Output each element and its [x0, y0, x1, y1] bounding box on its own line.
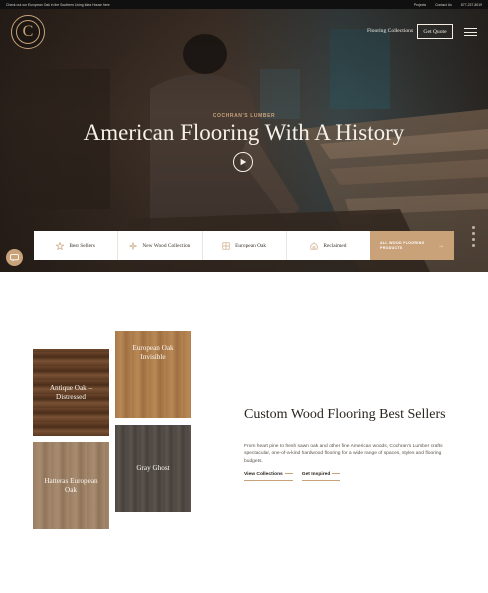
category-best-sellers[interactable]: Best Sellers [34, 231, 119, 260]
slide-dot[interactable] [472, 244, 475, 247]
category-european-oak[interactable]: European Oak [203, 231, 287, 260]
best-sellers-description: From heart pine to fresh sawn oak and ot… [244, 444, 443, 464]
barn-icon [310, 241, 318, 250]
chat-icon [10, 253, 19, 262]
product-tile-label: Hatteras European Oak [44, 476, 98, 494]
product-tile-european-oak-invisible[interactable]: European Oak Invisible [115, 331, 191, 418]
category-label: Reclaimed [323, 242, 347, 249]
slide-dot[interactable] [472, 226, 475, 229]
category-reclaimed[interactable]: Reclaimed [287, 231, 370, 260]
all-products-line2: PRODUCTS [380, 245, 403, 250]
link-underline-accent [332, 473, 341, 475]
announcement-link[interactable]: Check out our European Oak in the Southe… [6, 3, 110, 7]
contact-link[interactable]: Contact Us [435, 3, 452, 7]
product-tile-gray-ghost[interactable]: Gray Ghost [115, 425, 191, 512]
product-tile-antique-oak[interactable]: Antique Oak – Distressed [33, 349, 109, 436]
all-products-button[interactable]: ALL WOOD FLOORING PRODUCTS → [370, 231, 454, 260]
phone-link[interactable]: 877-237-8019 [461, 3, 482, 7]
product-tile-label: Gray Ghost [136, 464, 170, 472]
category-label: European Oak [235, 242, 267, 249]
star-icon [56, 241, 65, 250]
all-products-label: ALL WOOD FLOORING PRODUCTS [380, 241, 425, 251]
product-tile-hatteras-european-oak[interactable]: Hatteras European Oak [33, 442, 109, 529]
get-inspired-link[interactable]: Get Inspired [301, 472, 341, 481]
all-products-line1: ALL WOOD FLOORING [380, 240, 425, 245]
sparkle-icon [129, 241, 138, 250]
logo-letter: C [22, 23, 34, 40]
brand-logo[interactable]: C [11, 15, 45, 49]
utility-links: Projects Contact Us 877-237-8019 [414, 3, 482, 7]
announcement-bar: Check out our European Oak in the Southe… [0, 0, 488, 9]
projects-link[interactable]: Projects [414, 3, 426, 7]
get-quote-button[interactable]: Get Quote [417, 24, 453, 39]
flooring-collections-link[interactable]: Flooring Collections [367, 28, 413, 34]
slide-dot[interactable] [472, 238, 475, 241]
link-underline-accent [284, 473, 293, 475]
slide-dot[interactable] [472, 232, 475, 235]
category-label: Best Sellers [69, 242, 95, 249]
category-bar: Best Sellers New Wood Collection Europea… [34, 231, 454, 260]
hero-title: American Flooring With A History [83, 120, 405, 145]
product-tile-label: Antique Oak – Distressed [49, 383, 93, 401]
grid-icon [222, 241, 230, 250]
logo-ring: C [16, 20, 40, 44]
play-video-button[interactable] [233, 152, 253, 172]
category-label: New Wood Collection [142, 242, 191, 249]
chat-button[interactable] [6, 249, 23, 266]
view-collections-label: View Collections [244, 472, 283, 477]
hero-eyebrow: COCHRAN'S LUMBER [212, 113, 276, 119]
hamburger-icon[interactable] [464, 28, 477, 36]
product-tile-label: European Oak Invisible [132, 343, 174, 361]
slide-indicators [472, 226, 475, 247]
arrow-right-icon: → [438, 242, 444, 249]
get-inspired-label: Get Inspired [301, 472, 331, 477]
category-new-wood-collection[interactable]: New Wood Collection [118, 231, 203, 260]
play-icon [240, 158, 247, 166]
best-sellers-heading: Custom Wood Flooring Best Sellers [244, 407, 446, 422]
best-sellers-links: View Collections Get Inspired [244, 472, 341, 481]
view-collections-link[interactable]: View Collections [244, 472, 293, 481]
